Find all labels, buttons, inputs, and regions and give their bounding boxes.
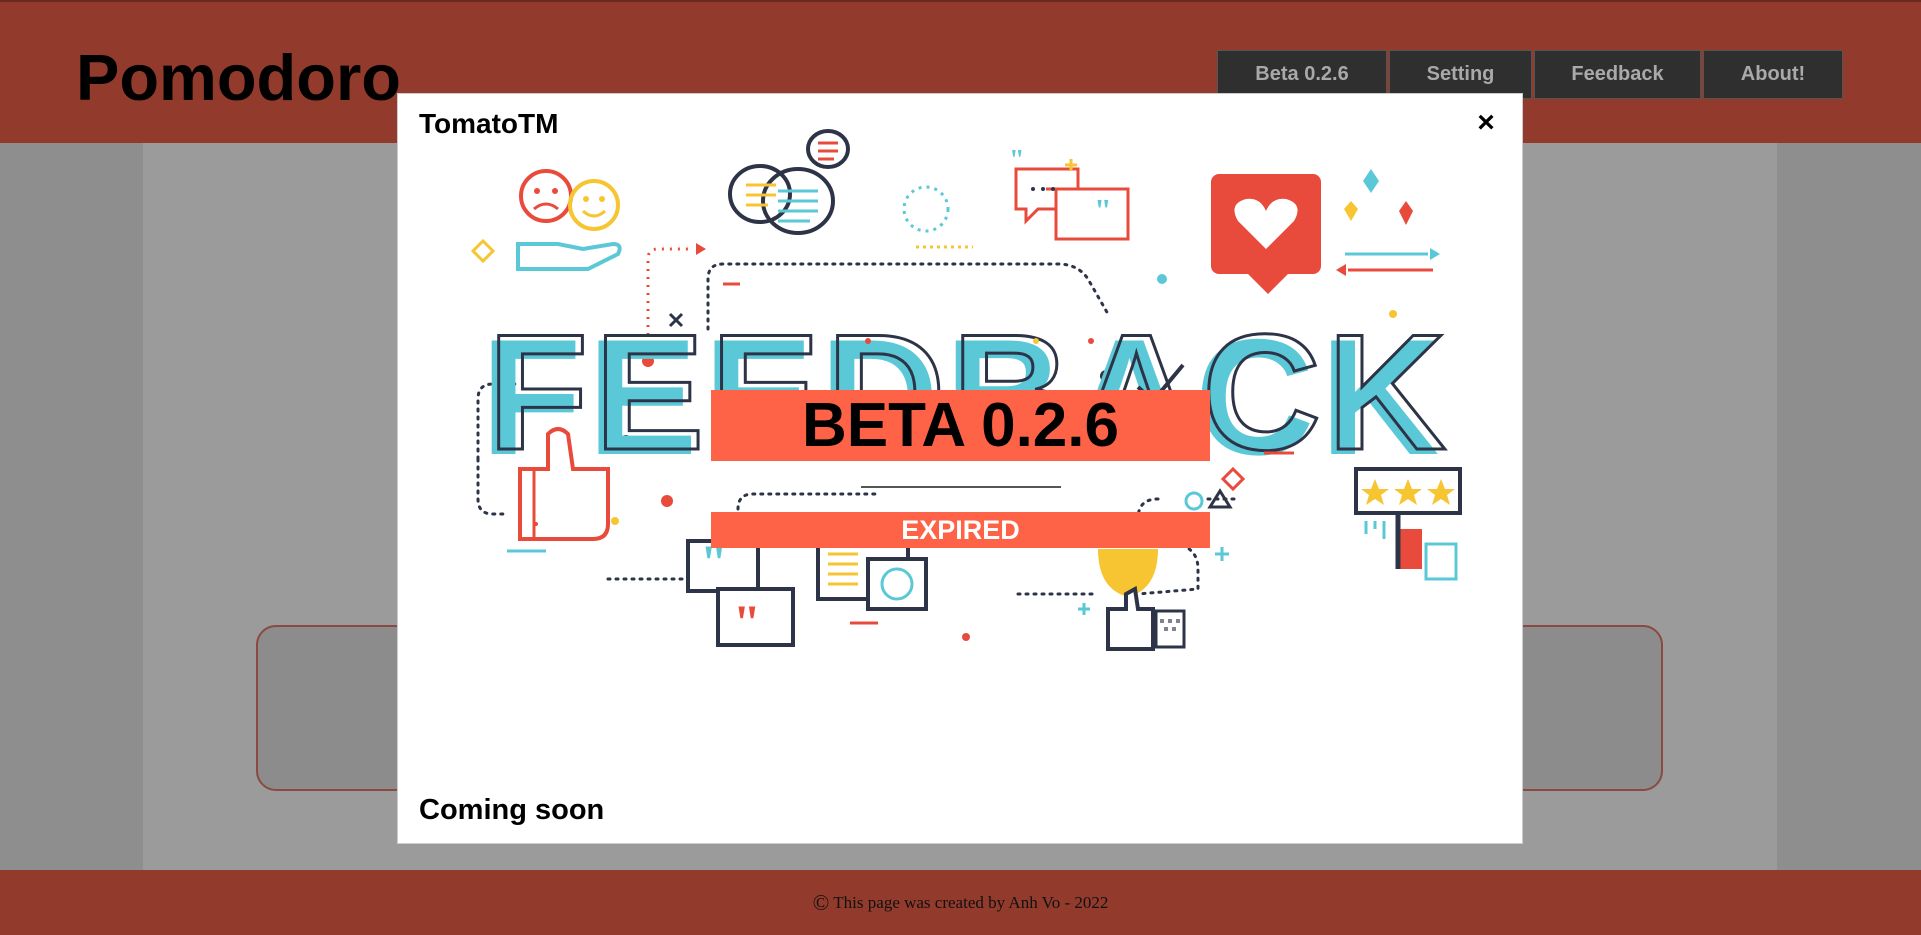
sad-face-icon (519, 169, 573, 223)
chat-bubbles-icon (728, 129, 850, 235)
smiley-icon (568, 179, 620, 231)
beta-version-banner: BETA 0.2.6 (711, 390, 1210, 461)
heart-icon (1211, 174, 1321, 294)
feedback-modal: TomatoTM × FEEDBACK FEEDBACK (397, 93, 1523, 844)
svg-text:": " (1094, 192, 1112, 228)
quote-icon: " " (686, 534, 795, 650)
svg-text:": " (733, 594, 761, 650)
expired-banner: EXPIRED (711, 512, 1210, 548)
svg-text:": " (1009, 145, 1025, 176)
stars-rating-icon (1354, 467, 1462, 581)
divider (861, 486, 1061, 488)
coming-soon-text: Coming soon (419, 794, 605, 826)
